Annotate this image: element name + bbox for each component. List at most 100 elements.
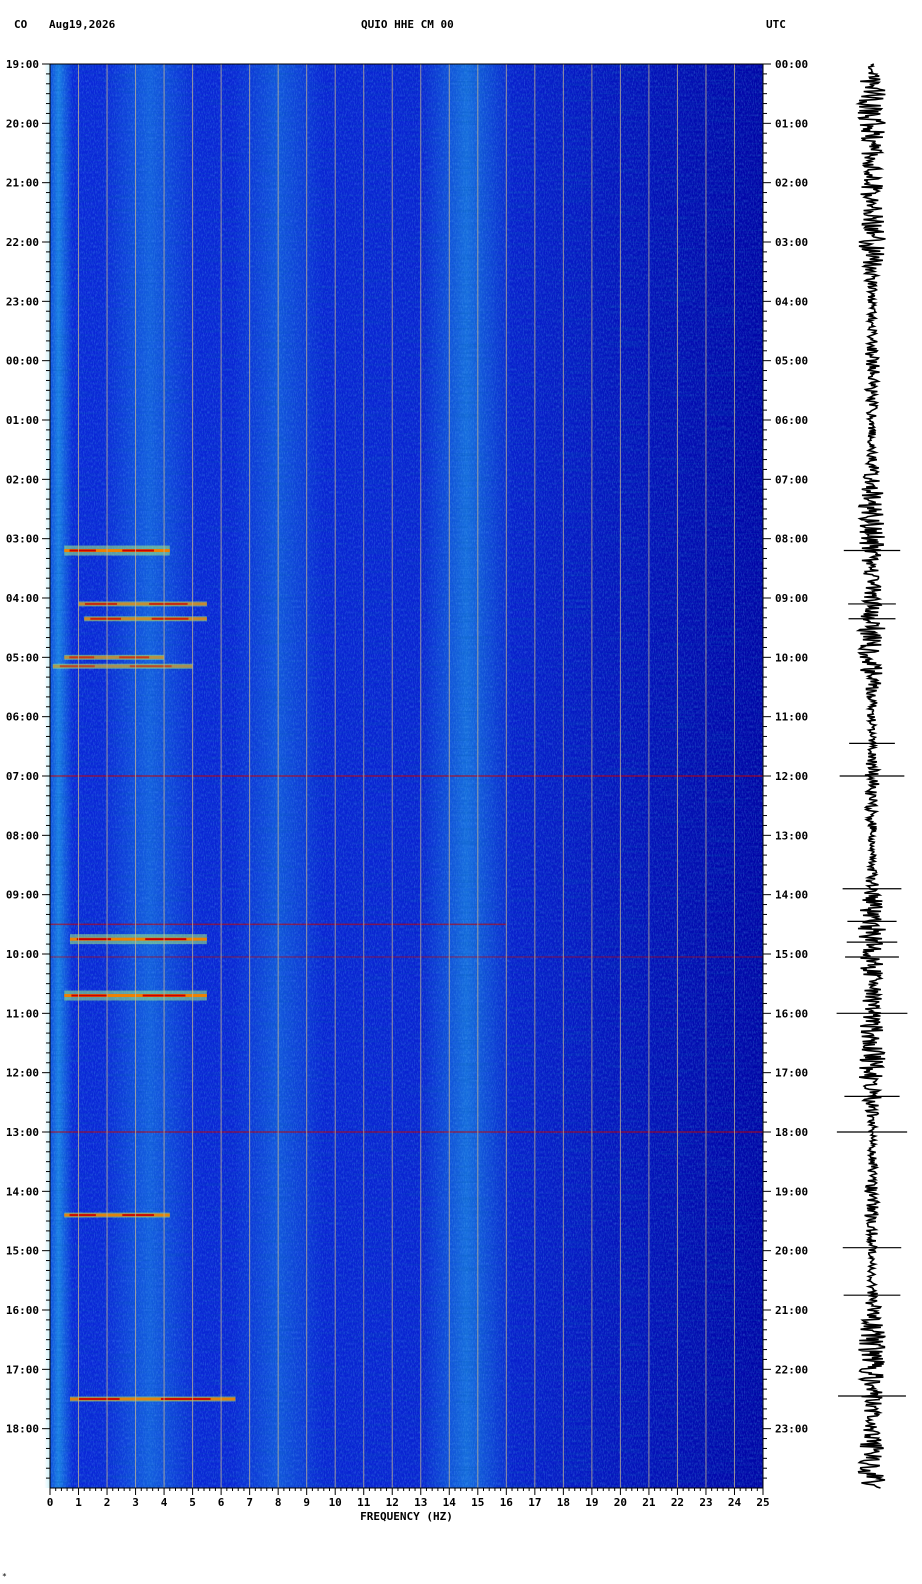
left-time-label: 15:00	[6, 1245, 39, 1258]
left-time-axis: 19:00 20:00 21:00 22:00 23:00 00:00 01:00 02:00…	[6, 58, 50, 1479]
right-time-label: 11:00	[775, 711, 808, 724]
left-time-label: 10:00	[6, 948, 39, 961]
left-time-label: 18:00	[6, 1423, 39, 1436]
right-time-label: 13:00	[775, 829, 808, 842]
right-time-label: 17:00	[775, 1067, 808, 1080]
left-time-label: 00:00	[6, 355, 39, 368]
x-tick-label: 11	[357, 1496, 371, 1509]
footer-mark: *	[2, 1572, 7, 1581]
right-time-label: 23:00	[775, 1423, 808, 1436]
seismogram-trace	[836, 63, 908, 1489]
x-tick-label: 12	[386, 1496, 399, 1509]
x-tick-label: 4	[161, 1496, 168, 1509]
right-time-label: 16:00	[775, 1007, 808, 1020]
x-tick-label: 25	[756, 1496, 769, 1509]
left-time-label: 19:00	[6, 58, 39, 71]
event-core	[122, 549, 154, 552]
event-core	[59, 665, 95, 668]
right-time-label: 20:00	[775, 1245, 808, 1258]
event-core	[122, 1214, 154, 1217]
x-tick-label: 8	[275, 1496, 282, 1509]
right-time-label: 00:00	[775, 58, 808, 71]
x-tick-label: 13	[414, 1496, 427, 1509]
right-time-label: 01:00	[775, 117, 808, 130]
event-core	[76, 938, 112, 941]
left-time-label: 21:00	[6, 177, 39, 190]
left-time-label: 04:00	[6, 592, 39, 605]
left-time-label: 03:00	[6, 533, 39, 546]
event-line	[50, 1131, 763, 1133]
event-core	[145, 938, 187, 941]
right-time-label: 15:00	[775, 948, 808, 961]
spectrogram-chart: 0 1 2 3 4 5 6 7 8 9 10 11 12 13 14 15 16 17 18 19 20 21 22 23 24…	[6, 58, 908, 1523]
right-time-label: 12:00	[775, 770, 808, 783]
x-tick-label: 21	[642, 1496, 656, 1509]
left-time-label: 09:00	[6, 889, 39, 902]
x-tick-label: 23	[699, 1496, 712, 1509]
right-time-label: 02:00	[775, 177, 808, 190]
left-time-label: 14:00	[6, 1185, 39, 1198]
event-core	[149, 602, 188, 605]
left-time-label: 07:00	[6, 770, 39, 783]
event-core	[84, 602, 118, 605]
event-core	[90, 617, 122, 620]
x-tick-label: 20	[614, 1496, 627, 1509]
x-tick-label: 7	[246, 1496, 253, 1509]
right-time-label: 10:00	[775, 651, 808, 664]
x-tick-label: 5	[189, 1496, 196, 1509]
x-tick-label: 15	[471, 1496, 484, 1509]
event-core	[119, 656, 150, 659]
x-tick-label: 19	[585, 1496, 598, 1509]
left-time-label: 22:00	[6, 236, 39, 249]
right-time-axis: 00:00 01:00 02:00 03:00 04:00 05:00 06:00 07:00…	[763, 58, 808, 1479]
event-core	[160, 1398, 211, 1400]
left-time-label: 23:00	[6, 295, 39, 308]
x-tick-label: 6	[218, 1496, 225, 1509]
left-time-label: 05:00	[6, 651, 39, 664]
right-time-label: 09:00	[775, 592, 808, 605]
x-tick-label: 3	[132, 1496, 139, 1509]
event-core	[78, 1398, 120, 1400]
right-time-label: 04:00	[775, 295, 808, 308]
event-core	[151, 617, 189, 620]
right-time-label: 21:00	[775, 1304, 808, 1317]
right-time-label: 08:00	[775, 533, 808, 546]
x-axis-ticks: 0 1 2 3 4 5 6 7 8 9 10 11 12 13 14 15 16 17 18 19 20 21 22 23 24…	[47, 1488, 770, 1509]
event-line	[50, 775, 763, 777]
right-time-label: 19:00	[775, 1185, 808, 1198]
left-time-label: 01:00	[6, 414, 39, 427]
right-time-label: 14:00	[775, 889, 808, 902]
x-tick-label: 1	[75, 1496, 82, 1509]
left-time-label: 20:00	[6, 117, 39, 130]
right-time-label: 18:00	[775, 1126, 808, 1139]
x-tick-label: 9	[303, 1496, 310, 1509]
right-time-label: 06:00	[775, 414, 808, 427]
x-axis-label: FREQUENCY (HZ)	[360, 1510, 453, 1523]
right-time-label: 03:00	[775, 236, 808, 249]
event-core	[71, 994, 108, 997]
event-core	[69, 656, 95, 659]
x-tick-label: 10	[329, 1496, 342, 1509]
x-tick-label: 22	[671, 1496, 684, 1509]
left-time-label: 06:00	[6, 711, 39, 724]
left-time-label: 11:00	[6, 1007, 39, 1020]
x-tick-label: 16	[500, 1496, 514, 1509]
left-time-label: 12:00	[6, 1067, 39, 1080]
left-time-label: 17:00	[6, 1363, 39, 1376]
x-tick-label: 2	[104, 1496, 111, 1509]
left-time-label: 13:00	[6, 1126, 39, 1139]
right-time-label: 22:00	[775, 1363, 808, 1376]
x-tick-label: 0	[47, 1496, 54, 1509]
left-time-label: 16:00	[6, 1304, 39, 1317]
left-time-label: 08:00	[6, 829, 39, 842]
event-line	[50, 956, 763, 958]
x-tick-label: 18	[557, 1496, 570, 1509]
x-tick-label: 24	[728, 1496, 742, 1509]
right-time-label: 05:00	[775, 355, 808, 368]
x-tick-label: 14	[443, 1496, 457, 1509]
right-time-label: 07:00	[775, 473, 808, 486]
left-time-label: 02:00	[6, 473, 39, 486]
event-core	[69, 549, 96, 552]
x-tick-label: 17	[528, 1496, 541, 1509]
event-core	[69, 1214, 96, 1217]
